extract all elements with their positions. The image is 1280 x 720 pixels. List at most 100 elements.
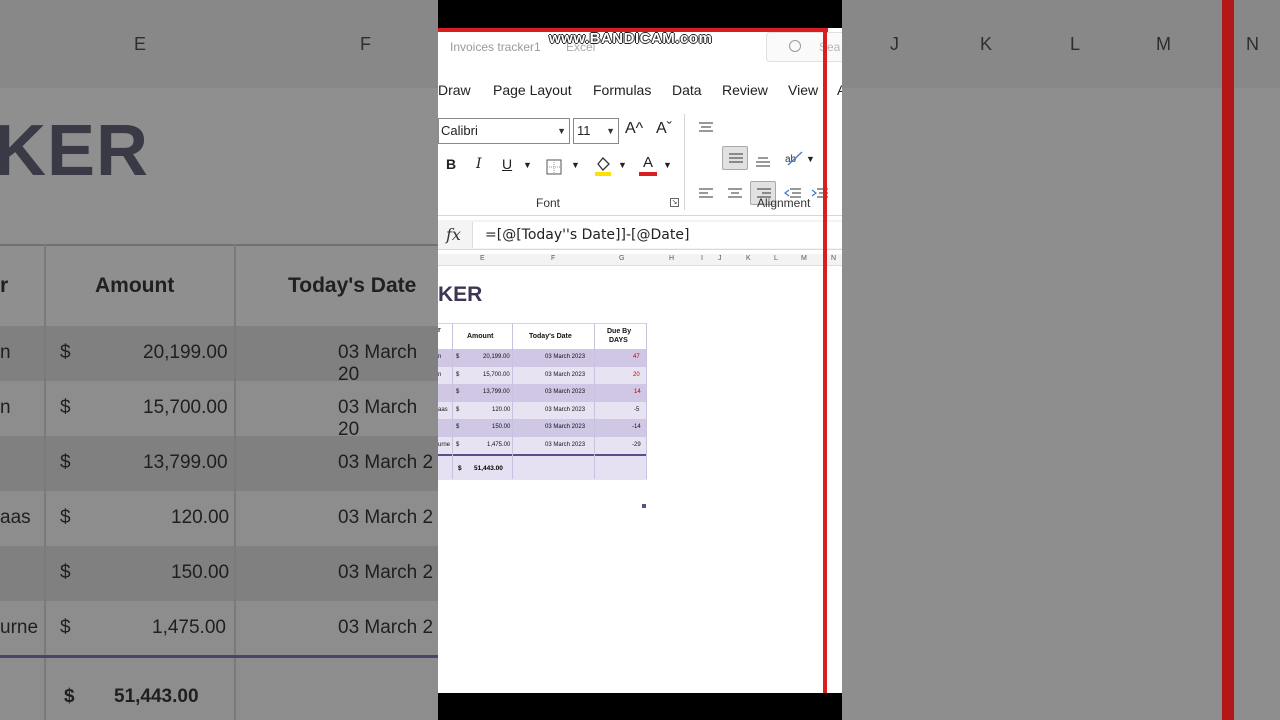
align-middle-button[interactable]: [722, 146, 748, 170]
cell-days: -29: [632, 441, 641, 448]
column-header[interactable]: N: [831, 255, 836, 262]
table-total-row[interactable]: $ 51,443.00: [438, 454, 647, 480]
cell-currency: $: [456, 371, 460, 378]
fill-color-icon[interactable]: [594, 155, 612, 177]
cell-currency: $: [456, 389, 460, 395]
column-header[interactable]: K: [746, 255, 751, 262]
table-header: r Amount Today's Date Due By DAYS: [438, 323, 647, 349]
table-row[interactable]: n $ 20,199.00 03 March 2023 47: [438, 349, 647, 367]
cell-amount: 1,475.00: [487, 441, 511, 448]
chevron-down-icon: ▼: [557, 126, 566, 136]
align-top-icon[interactable]: [698, 121, 714, 135]
bg-cell-amount: 150.00: [171, 562, 230, 583]
bg-table-header: r Amount Today's Date: [0, 244, 440, 326]
bg-cell-name: urne: [0, 617, 39, 638]
column-header[interactable]: G: [619, 255, 624, 262]
dialog-launcher-icon[interactable]: ↘: [670, 198, 679, 207]
orientation-icon[interactable]: ab: [784, 150, 804, 166]
cell-date: 03 March 2023: [545, 441, 586, 448]
align-center-icon[interactable]: [727, 187, 743, 201]
bg-table-row: aas $ 120.00 03 March 2: [0, 491, 440, 546]
chevron-down-icon[interactable]: ▼: [571, 160, 580, 170]
search-box[interactable]: Sea: [766, 32, 842, 62]
bg-sheet-title: KER: [0, 111, 150, 191]
bandicam-watermark: www.BANDICAM.com: [549, 30, 713, 47]
tab-draw[interactable]: Draw: [438, 82, 471, 98]
table-resize-handle[interactable]: [642, 504, 646, 508]
bg-cell-currency: $: [60, 617, 71, 638]
table-row[interactable]: $ 13,799.00 03 March 2023 14: [438, 384, 647, 402]
tab-review[interactable]: Review: [722, 82, 768, 98]
table-row[interactable]: n $ 15,700.00 03 March 2023 20: [438, 366, 647, 384]
total-currency: $: [458, 465, 462, 472]
bg-cell-date: 03 March 2: [338, 452, 434, 473]
font-color-button[interactable]: A: [639, 154, 657, 178]
tab-data[interactable]: Data: [672, 82, 702, 98]
excel-window: Invoices tracker1 Excel www.BANDICAM.com…: [438, 28, 842, 693]
bg-col-letter: E: [134, 34, 147, 54]
header-name[interactable]: r: [438, 327, 441, 334]
column-header[interactable]: F: [551, 255, 555, 262]
font-name-select[interactable]: Calibri ▼: [438, 118, 570, 144]
chevron-down-icon[interactable]: ▼: [663, 160, 672, 170]
bg-cell-date: 03 March 2: [338, 507, 434, 528]
formula-bar: fx =[@[Today''s Date]]-[@Date]: [438, 220, 842, 250]
column-header[interactable]: L: [774, 255, 778, 262]
bg-table-row: $ 13,799.00 03 March 2: [0, 436, 440, 491]
table-row[interactable]: $ 150.00 03 March 2023 -14: [438, 419, 647, 437]
recording-border-side: [823, 28, 827, 693]
formula-input[interactable]: =[@[Today''s Date]]-[@Date]: [472, 222, 842, 248]
bg-cell-currency: $: [60, 507, 71, 528]
cell-amount: 13,799.00: [483, 389, 510, 395]
grid-line: [512, 323, 513, 479]
header-due-by[interactable]: Due By: [607, 328, 631, 335]
ribbon-tabs: Draw Page Layout Formulas Data Review Vi…: [438, 78, 842, 104]
header-amount[interactable]: Amount: [467, 333, 493, 340]
underline-button[interactable]: U: [502, 156, 512, 172]
cell-date: 03 March 2023: [545, 406, 586, 413]
bg-cell-currency: $: [60, 397, 71, 418]
bg-total-currency: $: [64, 686, 75, 707]
chevron-down-icon[interactable]: ▼: [523, 160, 532, 170]
bg-col-letter: N: [1246, 34, 1259, 54]
column-header[interactable]: J: [718, 255, 722, 262]
tab-more[interactable]: A: [837, 82, 842, 98]
tab-page-layout[interactable]: Page Layout: [493, 82, 572, 98]
italic-button[interactable]: I: [476, 156, 482, 172]
grow-font-button[interactable]: A^: [625, 120, 643, 138]
sheet-title: KER: [438, 283, 483, 306]
cell-date: 03 March 2023: [545, 389, 586, 395]
column-header[interactable]: M: [801, 255, 807, 262]
column-header[interactable]: H: [669, 255, 674, 262]
font-name-value: Calibri: [441, 123, 478, 138]
cell-name: n: [438, 354, 442, 360]
grid-line: [594, 323, 595, 479]
align-bottom-icon[interactable]: [755, 154, 771, 168]
shrink-font-button[interactable]: Aˇ: [656, 120, 672, 138]
align-left-icon[interactable]: [698, 187, 714, 201]
bg-col-letter: J: [890, 34, 899, 54]
tab-formulas[interactable]: Formulas: [593, 82, 651, 98]
worksheet[interactable]: KER r Amount Today's Date Due By DAYS n …: [438, 266, 823, 693]
screen: E F KER r Amount Today's Date n $ 20,199…: [0, 0, 1280, 720]
chevron-down-icon[interactable]: ▼: [618, 160, 627, 170]
tab-view[interactable]: View: [788, 82, 818, 98]
cell-date: 03 March 2023: [545, 424, 586, 430]
column-header[interactable]: E: [480, 255, 485, 262]
bold-button[interactable]: B: [446, 156, 456, 172]
bg-col-letter: K: [980, 34, 993, 54]
bg-right-area: J K L M N: [842, 0, 1280, 720]
cell-date: 03 March 2023: [545, 371, 586, 378]
table-row[interactable]: urne $ 1,475.00 03 March 2023 -29: [438, 436, 647, 454]
font-size-select[interactable]: 11 ▼: [573, 118, 619, 144]
header-todays-date[interactable]: Today's Date: [529, 333, 572, 340]
column-header[interactable]: I: [701, 255, 703, 262]
bg-cell-currency: $: [60, 342, 71, 363]
header-days[interactable]: DAYS: [609, 337, 628, 344]
table-row[interactable]: aas $ 120.00 03 March 2023 -5: [438, 401, 647, 419]
chevron-down-icon[interactable]: ▼: [806, 154, 815, 164]
function-icon[interactable]: fx: [446, 225, 461, 244]
borders-icon[interactable]: [546, 159, 562, 175]
cell-currency: $: [456, 441, 460, 448]
bg-cell-name: n: [0, 397, 11, 418]
